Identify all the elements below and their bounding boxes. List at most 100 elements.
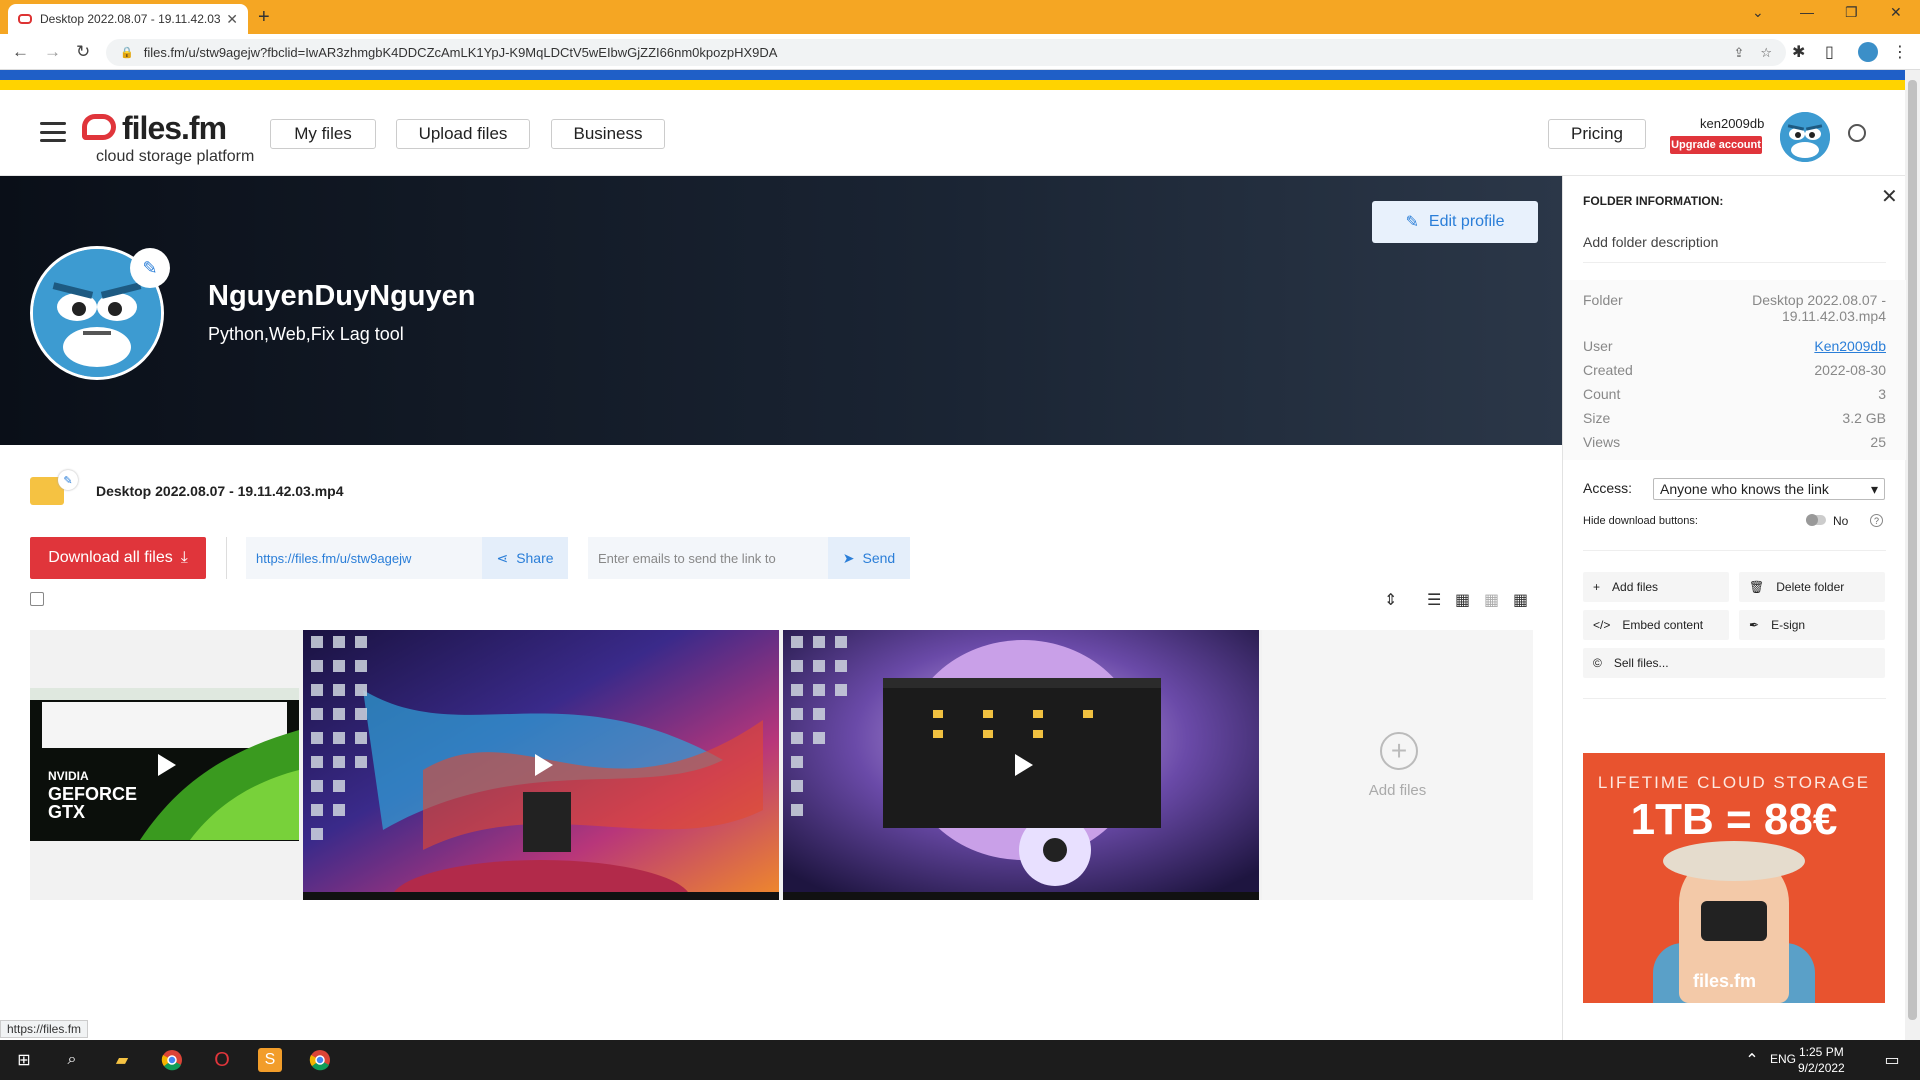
edit-folder-icon[interactable]: ✎ — [58, 470, 78, 490]
extensions-icon[interactable]: ✱ — [1792, 42, 1805, 62]
language-indicator[interactable]: ENG — [1770, 1052, 1796, 1066]
grid-small-view-icon[interactable]: ▦ — [1455, 590, 1470, 610]
hide-download-value: No — [1833, 514, 1849, 528]
close-window-button[interactable]: ✕ — [1890, 4, 1902, 21]
search-icon[interactable]: ⌕ — [60, 1048, 84, 1072]
play-icon[interactable] — [535, 754, 553, 776]
promo-ad-banner[interactable]: LIFETIME CLOUD STORAGE 1TB = 88€ files.f… — [1583, 753, 1885, 1003]
esign-label: E-sign — [1771, 618, 1806, 632]
notifications-icon[interactable]: ▭ — [1880, 1048, 1904, 1072]
share-page-icon[interactable]: ⇪ — [1733, 45, 1744, 61]
send-plane-icon: ➤ — [842, 549, 855, 566]
logo-cloud-icon — [82, 114, 116, 140]
sort-icon[interactable]: ⇕ — [1384, 590, 1397, 610]
select-all-checkbox[interactable] — [30, 592, 44, 606]
send-button[interactable]: ➤ Send — [828, 537, 910, 579]
username[interactable]: ken2009db — [1700, 116, 1764, 131]
browser-menu-icon[interactable]: ⋮ — [1892, 42, 1908, 62]
esign-button[interactable]: ✒ E-sign — [1739, 610, 1885, 640]
forward-icon[interactable]: → — [44, 42, 61, 62]
chrome-profile-icon[interactable] — [308, 1048, 332, 1072]
grid-medium-view-icon[interactable]: ▦ — [1484, 590, 1499, 610]
sublime-text-icon[interactable]: S — [258, 1048, 282, 1072]
restore-button[interactable]: ❐ — [1845, 4, 1858, 21]
send-label: Send — [862, 550, 896, 566]
divider — [1583, 550, 1886, 551]
clock-time: 1:25 PM — [1799, 1045, 1844, 1059]
file-explorer-icon[interactable]: ▰ — [110, 1048, 134, 1072]
back-icon[interactable]: ← — [12, 42, 29, 62]
ad-brand: files.fm — [1693, 971, 1757, 991]
info-label: Created — [1583, 362, 1633, 378]
add-files-button[interactable]: + Add files — [1583, 572, 1729, 602]
grid-large-view-icon[interactable]: ▦ — [1513, 590, 1528, 610]
email-input[interactable]: Enter emails to send the link to — [588, 551, 828, 566]
close-tab-icon[interactable]: ✕ — [226, 11, 238, 28]
svg-text:GEFORCE: GEFORCE — [48, 784, 137, 804]
close-panel-icon[interactable]: ✕ — [1881, 184, 1898, 209]
file-thumbnail[interactable]: NVIDIA GEFORCE GTX — [30, 630, 299, 900]
embed-content-button[interactable]: </> Embed content — [1583, 610, 1729, 640]
business-button[interactable]: Business — [551, 119, 665, 149]
play-icon[interactable] — [1015, 754, 1033, 776]
page-scrollbar[interactable] — [1905, 70, 1920, 1040]
minimize-button[interactable]: — — [1800, 4, 1814, 20]
tab-search-icon[interactable]: ⌄ — [1752, 4, 1764, 21]
clock[interactable]: 1:25 PM 9/2/2022 — [1798, 1044, 1845, 1076]
sell-label: Sell files... — [1613, 656, 1669, 670]
opera-icon[interactable]: O — [210, 1048, 234, 1072]
add-plus-icon: + — [1380, 732, 1418, 770]
info-row-folder: Folder Desktop 2022.08.07 - 19.11.42.03.… — [1583, 292, 1886, 324]
sidepanel-icon[interactable]: ▯ — [1825, 42, 1834, 62]
browser-profile-avatar[interactable] — [1858, 42, 1878, 62]
code-icon: </> — [1593, 618, 1611, 632]
upgrade-account-button[interactable]: Upgrade account — [1670, 136, 1762, 154]
reload-icon[interactable]: ↻ — [76, 42, 90, 62]
hide-download-label: Hide download buttons: — [1583, 515, 1698, 527]
bookmark-star-icon[interactable]: ☆ — [1760, 45, 1772, 61]
tray-chevron-icon[interactable]: ⌃ — [1740, 1048, 1764, 1072]
help-icon[interactable]: ? — [1870, 514, 1883, 527]
add-folder-description-link[interactable]: Add folder description — [1583, 234, 1718, 250]
share-icon: ⋖ — [496, 549, 509, 566]
pricing-button[interactable]: Pricing — [1548, 119, 1646, 149]
hamburger-menu-icon[interactable] — [40, 122, 66, 142]
edit-profile-button[interactable]: ✎ Edit profile — [1372, 201, 1538, 243]
list-view-icon[interactable]: ☰ — [1427, 590, 1441, 610]
download-all-button[interactable]: Download all files ⤓ — [30, 537, 206, 579]
hide-download-toggle[interactable] — [1806, 514, 1826, 526]
play-icon[interactable] — [158, 754, 176, 776]
files-fm-favicon-icon — [18, 14, 32, 24]
add-files-tile[interactable]: + Add files — [1262, 630, 1533, 900]
logo-tagline: cloud storage platform — [96, 148, 255, 165]
scrollbar-thumb[interactable] — [1908, 80, 1917, 1020]
divider — [1583, 698, 1886, 699]
profile-name: NguyenDuyNguyen — [208, 280, 476, 312]
share-link-input[interactable]: https://files.fm/u/stw9agejw — [246, 551, 482, 566]
sell-files-button[interactable]: © Sell files... — [1583, 648, 1885, 678]
my-files-button[interactable]: My files — [270, 119, 376, 149]
edit-avatar-icon[interactable]: ✎ — [130, 248, 170, 288]
access-select[interactable]: Anyone who knows the link ▾ — [1653, 478, 1885, 500]
delete-folder-button[interactable]: 🗑 Delete folder — [1739, 572, 1885, 602]
browser-tab[interactable]: Desktop 2022.08.07 - 19.11.42.03.mp4 ✕ — [8, 4, 248, 34]
share-label: Share — [516, 550, 554, 566]
access-value: Anyone who knows the link — [1660, 481, 1829, 497]
language-globe-icon[interactable] — [1848, 124, 1866, 142]
info-label: User — [1583, 338, 1613, 354]
svg-text:NVIDIA: NVIDIA — [48, 769, 89, 783]
windows-start-icon[interactable]: ⊞ — [12, 1048, 36, 1072]
chrome-icon[interactable] — [160, 1048, 184, 1072]
user-avatar[interactable] — [1780, 112, 1830, 162]
folder-info-table: Folder Desktop 2022.08.07 - 19.11.42.03.… — [1563, 280, 1906, 460]
new-tab-button[interactable]: + — [258, 6, 270, 29]
upload-files-button[interactable]: Upload files — [396, 119, 530, 149]
url-bar[interactable]: 🔒 files.fm/u/stw9agejw?fbclid=IwAR3zhmgb… — [106, 39, 1786, 66]
add-files-label: Add files — [1612, 580, 1659, 594]
file-thumbnail[interactable] — [303, 630, 779, 900]
user-link[interactable]: Ken2009db — [1814, 338, 1886, 354]
file-thumbnail[interactable] — [783, 630, 1259, 900]
file-grid: NVIDIA GEFORCE GTX + Add files — [30, 630, 1533, 900]
share-button[interactable]: ⋖ Share — [482, 537, 568, 579]
camera-icon — [1701, 901, 1767, 941]
